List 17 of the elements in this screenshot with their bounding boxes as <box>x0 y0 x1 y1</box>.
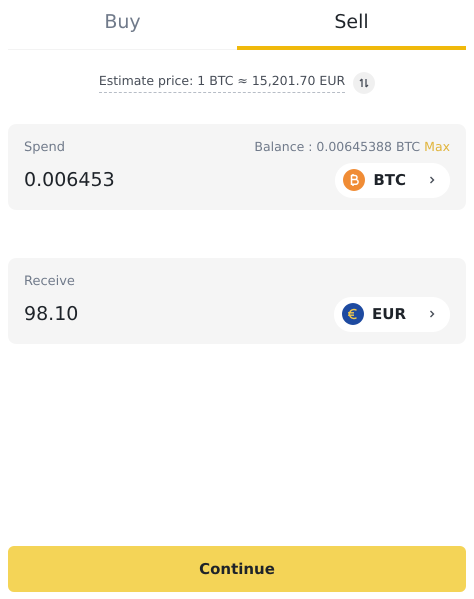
swap-icon <box>359 78 370 88</box>
currency-selector[interactable]: BTC <box>335 163 450 198</box>
field-label: Receive <box>24 272 75 290</box>
tab[interactable]: Sell <box>237 0 466 50</box>
field-label: Spend <box>24 138 65 156</box>
euro-icon <box>342 303 364 326</box>
bitcoin-icon <box>343 169 366 192</box>
estimate-price-link[interactable]: Estimate price: 1 BTC ≈ 15,201.70 EUR <box>98 72 346 93</box>
swap-button[interactable] <box>353 72 376 94</box>
amount-value[interactable]: 98.10 <box>24 300 78 328</box>
chevron-icon <box>428 175 436 186</box>
tab[interactable]: Buy <box>8 0 237 50</box>
balance-text: Balance : 0.00645388 BTC <box>254 138 420 156</box>
currency-selector[interactable]: EUR <box>334 297 450 332</box>
chevron-icon <box>428 309 436 320</box>
continue-button[interactable]: Continue <box>8 546 466 592</box>
amount-value[interactable]: 0.006453 <box>24 166 115 194</box>
